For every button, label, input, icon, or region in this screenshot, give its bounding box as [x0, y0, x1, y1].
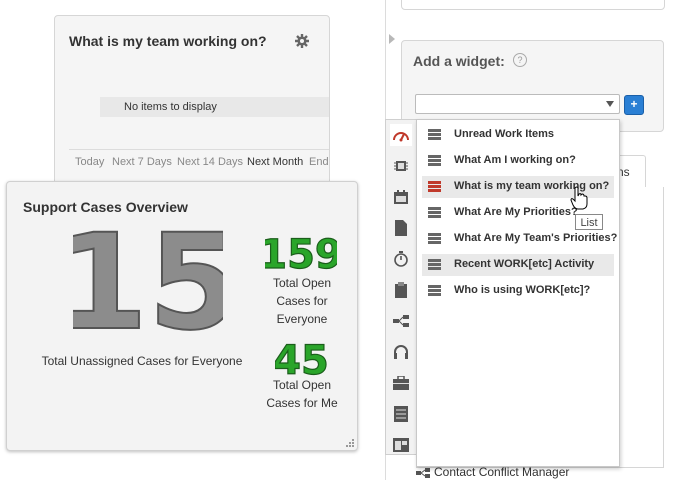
hand-cursor-icon — [570, 186, 588, 210]
team-widget-title: What is my team working on? — [69, 33, 267, 49]
range-next-14-days[interactable]: Next 14 Days — [177, 156, 243, 168]
open-me-caption: Total Open Cases for Me — [266, 378, 338, 410]
widget-category-strip — [385, 119, 417, 455]
menu-item-label: What Are My Priorities? — [454, 206, 578, 218]
range-divider — [69, 149, 329, 150]
menu-item-who-is-using-work[interactable]: Who is using WORK[etc]? — [422, 280, 614, 302]
unassigned-caption: Total Unassigned Cases for Everyone — [41, 354, 243, 368]
stopwatch-icon[interactable] — [390, 248, 412, 270]
menu-item-what-am-i-working-on[interactable]: What Am I working on? — [422, 150, 614, 172]
window-icon[interactable] — [390, 434, 412, 456]
document-icon[interactable] — [390, 217, 412, 239]
list-icon — [428, 233, 441, 244]
open-me-count: 45 — [275, 338, 327, 380]
menu-item-what-are-my-teams-priorities[interactable]: What Are My Team's Priorities? — [422, 228, 618, 250]
add-widget-title: Add a widget: — [413, 53, 505, 69]
support-cases-widget: Support Cases Overview 15 Total Unassign… — [6, 181, 358, 451]
menu-item-recent-work-activity[interactable]: Recent WORK[etc] Activity — [422, 254, 614, 276]
svg-text:159: 159 — [265, 232, 337, 274]
empty-message: No items to display — [100, 97, 329, 117]
range-today[interactable]: Today — [75, 156, 104, 168]
widget-select[interactable] — [415, 94, 620, 114]
list-icon — [428, 285, 441, 296]
svg-text:15: 15 — [73, 218, 223, 338]
menu-item-label: Recent WORK[etc] Activity — [454, 258, 595, 270]
menu-item-label: Who is using WORK[etc]? — [454, 284, 591, 296]
list-icon — [428, 129, 441, 140]
help-icon[interactable]: ? — [513, 53, 527, 67]
range-next-7-days[interactable]: Next 7 Days — [112, 156, 172, 168]
chevron-down-icon — [606, 101, 614, 107]
list-icon — [428, 181, 441, 192]
tooltip: List — [575, 214, 603, 230]
gauge-icon[interactable] — [390, 124, 412, 146]
briefcase-icon[interactable] — [390, 372, 412, 394]
calendar-icon[interactable] — [390, 186, 412, 208]
ledger-icon[interactable] — [390, 403, 412, 425]
list-icon — [428, 207, 441, 218]
hierarchy-icon[interactable] — [390, 310, 412, 332]
contact-conflict-manager-item[interactable]: Contact Conflict Manager — [416, 465, 569, 479]
top-panel — [401, 0, 665, 10]
menu-item-unread-work-items[interactable]: Unread Work Items — [422, 124, 614, 146]
support-widget-title: Support Cases Overview — [23, 199, 188, 215]
range-end[interactable]: End — [309, 156, 329, 168]
team-widget: What is my team working on? No items to … — [54, 15, 330, 197]
add-widget-button[interactable]: + — [624, 95, 644, 115]
menu-item-label: What Are My Team's Priorities? — [454, 232, 618, 244]
hierarchy-icon — [416, 467, 430, 478]
open-everyone-count: 159 — [265, 232, 337, 274]
widget-dropdown-menu: Unread Work Items What Am I working on? … — [416, 119, 620, 467]
svg-text:45: 45 — [275, 338, 327, 380]
open-everyone-caption: Total Open Cases for Everyone — [272, 276, 332, 326]
menu-item-label: Unread Work Items — [454, 128, 555, 140]
collapse-arrow-icon[interactable] — [389, 34, 395, 44]
headset-icon[interactable] — [390, 341, 412, 363]
clipboard-icon[interactable] — [390, 279, 412, 301]
unassigned-count: 15 — [73, 218, 223, 338]
resize-handle-icon[interactable] — [346, 439, 354, 447]
gear-icon[interactable] — [294, 33, 310, 49]
range-next-month[interactable]: Next Month — [247, 156, 303, 168]
chip-icon[interactable] — [390, 155, 412, 177]
contact-conflict-manager-label: Contact Conflict Manager — [434, 465, 570, 479]
menu-item-label: What Am I working on? — [454, 154, 576, 166]
list-icon — [428, 155, 441, 166]
list-icon — [428, 259, 441, 270]
